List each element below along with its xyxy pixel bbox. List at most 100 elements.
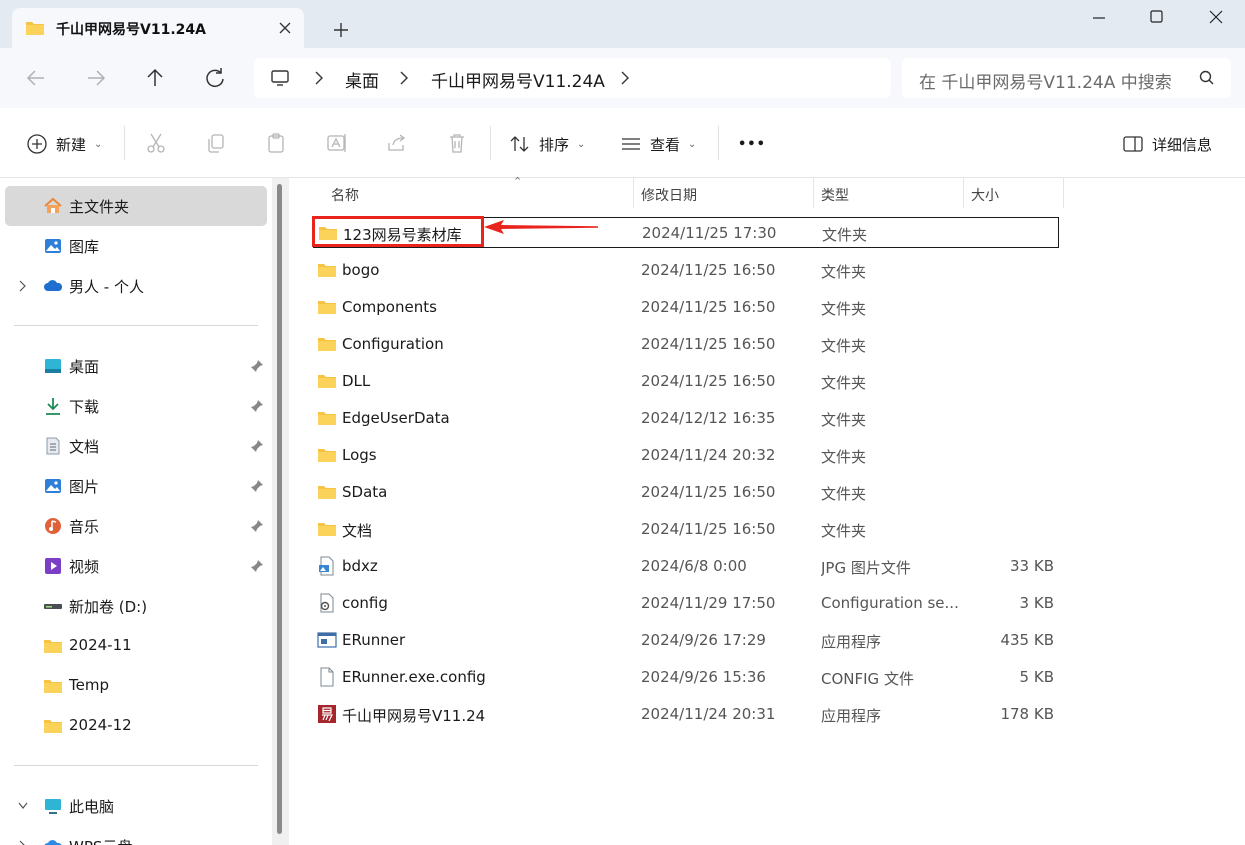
pin-icon[interactable] — [249, 358, 265, 374]
onedrive-icon — [44, 280, 63, 291]
sidebar-item-gallery[interactable]: 图库 — [5, 226, 267, 266]
delete-icon[interactable] — [445, 131, 469, 155]
close-window-icon[interactable] — [1187, 0, 1245, 34]
file-type: CONFIG 文件 — [821, 670, 914, 688]
chevron-right-icon[interactable] — [619, 69, 631, 87]
chevron-right-icon[interactable] — [17, 279, 29, 293]
pin-icon[interactable] — [249, 438, 265, 454]
column-divider[interactable] — [1063, 178, 1064, 208]
navigation-pane: 主文件夹 图库 男人 - 个人 桌面 下载 文档 图片 音乐 视频 新加卷 (D… — [0, 178, 272, 845]
close-tab-icon[interactable] — [274, 17, 296, 39]
chevron-right-icon[interactable] — [17, 839, 29, 845]
tab-current-folder[interactable]: 千山甲网易号V11.24A — [12, 8, 304, 48]
maximize-icon[interactable] — [1128, 0, 1186, 34]
sidebar-item-desktop[interactable]: 桌面 — [5, 346, 267, 386]
sidebar-item-videos[interactable]: 视频 — [5, 546, 267, 586]
sidebar-item-pictures[interactable]: 图片 — [5, 466, 267, 506]
file-date: 2024/11/25 16:50 — [641, 372, 776, 390]
sidebar-scrollbar[interactable] — [272, 178, 289, 845]
address-path-box[interactable]: 桌面 千山甲网易号V11.24A — [254, 58, 891, 98]
up-arrow-icon[interactable] — [139, 62, 171, 94]
gallery-icon — [45, 239, 61, 253]
details-pane-button[interactable]: 详细信息 — [1122, 130, 1212, 158]
view-lines-icon — [622, 138, 640, 150]
sidebar-divider — [14, 765, 258, 766]
breadcrumb-current-folder[interactable]: 千山甲网易号V11.24A — [431, 67, 605, 92]
search-input[interactable]: 在 千山甲网易号V11.24A 中搜索 — [902, 58, 1231, 98]
sidebar-item-music[interactable]: 音乐 — [5, 506, 267, 546]
sidebar-item-label: 新加卷 (D:) — [69, 598, 148, 616]
pin-icon[interactable] — [249, 398, 265, 414]
sidebar-item-onedrive[interactable]: 男人 - 个人 — [5, 266, 267, 306]
sidebar-item-label: 2024-12 — [69, 716, 132, 734]
file-row[interactable]: SData 2024/11/25 16:50 文件夹 — [313, 477, 1059, 508]
chevron-right-icon[interactable] — [313, 69, 325, 87]
chevron-down-icon: ⌄ — [688, 138, 697, 150]
file-date: 2024/11/25 16:50 — [641, 298, 776, 316]
file-row[interactable]: bogo 2024/11/25 16:50 文件夹 — [313, 255, 1059, 286]
desktop-icon — [45, 359, 61, 373]
computer-icon — [271, 70, 289, 86]
breadcrumb-desktop[interactable]: 桌面 — [345, 67, 379, 92]
sidebar-item-this-pc[interactable]: 此电脑 — [5, 786, 267, 826]
column-divider[interactable] — [963, 178, 964, 208]
sidebar-item-drive-d[interactable]: 新加卷 (D:) — [5, 586, 267, 626]
paste-icon[interactable] — [264, 131, 288, 155]
refresh-icon[interactable] — [199, 62, 231, 94]
file-row[interactable]: Logs 2024/11/24 20:32 文件夹 — [313, 440, 1059, 471]
file-name: bogo — [342, 261, 380, 279]
sidebar-item-folder-temp[interactable]: Temp — [5, 666, 267, 706]
file-row[interactable]: bdxz 2024/6/8 0:00 JPG 图片文件 33 KB — [313, 551, 1059, 582]
chevron-right-icon[interactable] — [398, 69, 410, 87]
sidebar-item-label: 下载 — [69, 398, 100, 416]
pin-icon[interactable] — [249, 518, 265, 534]
file-row[interactable]: DLL 2024/11/25 16:50 文件夹 — [313, 366, 1059, 397]
chevron-down-icon: ⌄ — [577, 138, 586, 150]
more-options-button[interactable]: ••• — [738, 130, 766, 158]
search-icon[interactable] — [1198, 69, 1216, 87]
column-divider[interactable] — [633, 178, 634, 208]
column-header-label: 名称 — [331, 188, 359, 204]
column-divider[interactable] — [813, 178, 814, 208]
file-row[interactable]: Components 2024/11/25 16:50 文件夹 — [313, 292, 1059, 323]
file-type: 文件夹 — [821, 411, 867, 429]
file-row[interactable]: 文档 2024/11/25 16:50 文件夹 — [313, 514, 1059, 545]
file-date: 2024/12/12 16:35 — [641, 409, 776, 427]
file-row[interactable]: ERunner.exe.config 2024/9/26 15:36 CONFI… — [313, 662, 1059, 693]
file-row[interactable]: ERunner 2024/9/26 17:29 应用程序 435 KB — [313, 625, 1059, 656]
back-arrow-icon[interactable] — [20, 62, 52, 94]
rename-icon[interactable] — [325, 131, 349, 155]
sidebar-item-folder-2024-11[interactable]: 2024-11 — [5, 626, 267, 666]
column-header-type[interactable]: 类型 — [821, 178, 849, 208]
column-header-date[interactable]: 修改日期 — [641, 178, 697, 208]
app-window-icon — [317, 632, 337, 648]
sidebar-item-wps-cloud[interactable]: WPS云盘 — [5, 826, 267, 845]
sort-button[interactable]: 排序 ⌄ — [509, 130, 585, 158]
file-row[interactable]: EdgeUserData 2024/12/12 16:35 文件夹 — [313, 403, 1059, 434]
file-row[interactable]: 千山甲网易号V11.24 2024/11/24 20:31 应用程序 178 K… — [313, 699, 1059, 730]
new-button[interactable]: 新建 ⌄ — [26, 130, 102, 158]
share-icon[interactable] — [385, 131, 409, 155]
sidebar-item-folder-2024-12[interactable]: 2024-12 — [5, 706, 267, 746]
file-date: 2024/9/26 15:36 — [641, 668, 766, 686]
sidebar-item-home[interactable]: 主文件夹 — [5, 186, 267, 226]
chevron-down-icon[interactable] — [17, 799, 29, 813]
column-header-size[interactable]: 大小 — [971, 178, 999, 208]
file-name: SData — [342, 483, 388, 501]
file-row[interactable]: config 2024/11/29 17:50 Configuration se… — [313, 588, 1059, 619]
file-row[interactable]: Configuration 2024/11/25 16:50 文件夹 — [313, 329, 1059, 360]
pin-icon[interactable] — [249, 478, 265, 494]
column-header-name[interactable]: 名称 ⌃ — [331, 175, 633, 208]
new-tab-icon[interactable] — [326, 17, 356, 43]
forward-arrow-icon[interactable] — [80, 62, 112, 94]
copy-icon[interactable] — [204, 131, 228, 155]
scrollbar-thumb[interactable] — [277, 184, 282, 834]
folder-icon — [318, 412, 336, 425]
cut-icon[interactable] — [144, 131, 168, 155]
sidebar-item-documents[interactable]: 文档 — [5, 426, 267, 466]
toolbar-divider — [124, 126, 125, 160]
pin-icon[interactable] — [249, 558, 265, 574]
minimize-icon[interactable] — [1070, 0, 1128, 34]
view-button[interactable]: 查看 ⌄ — [620, 130, 696, 158]
sidebar-item-downloads[interactable]: 下载 — [5, 386, 267, 426]
